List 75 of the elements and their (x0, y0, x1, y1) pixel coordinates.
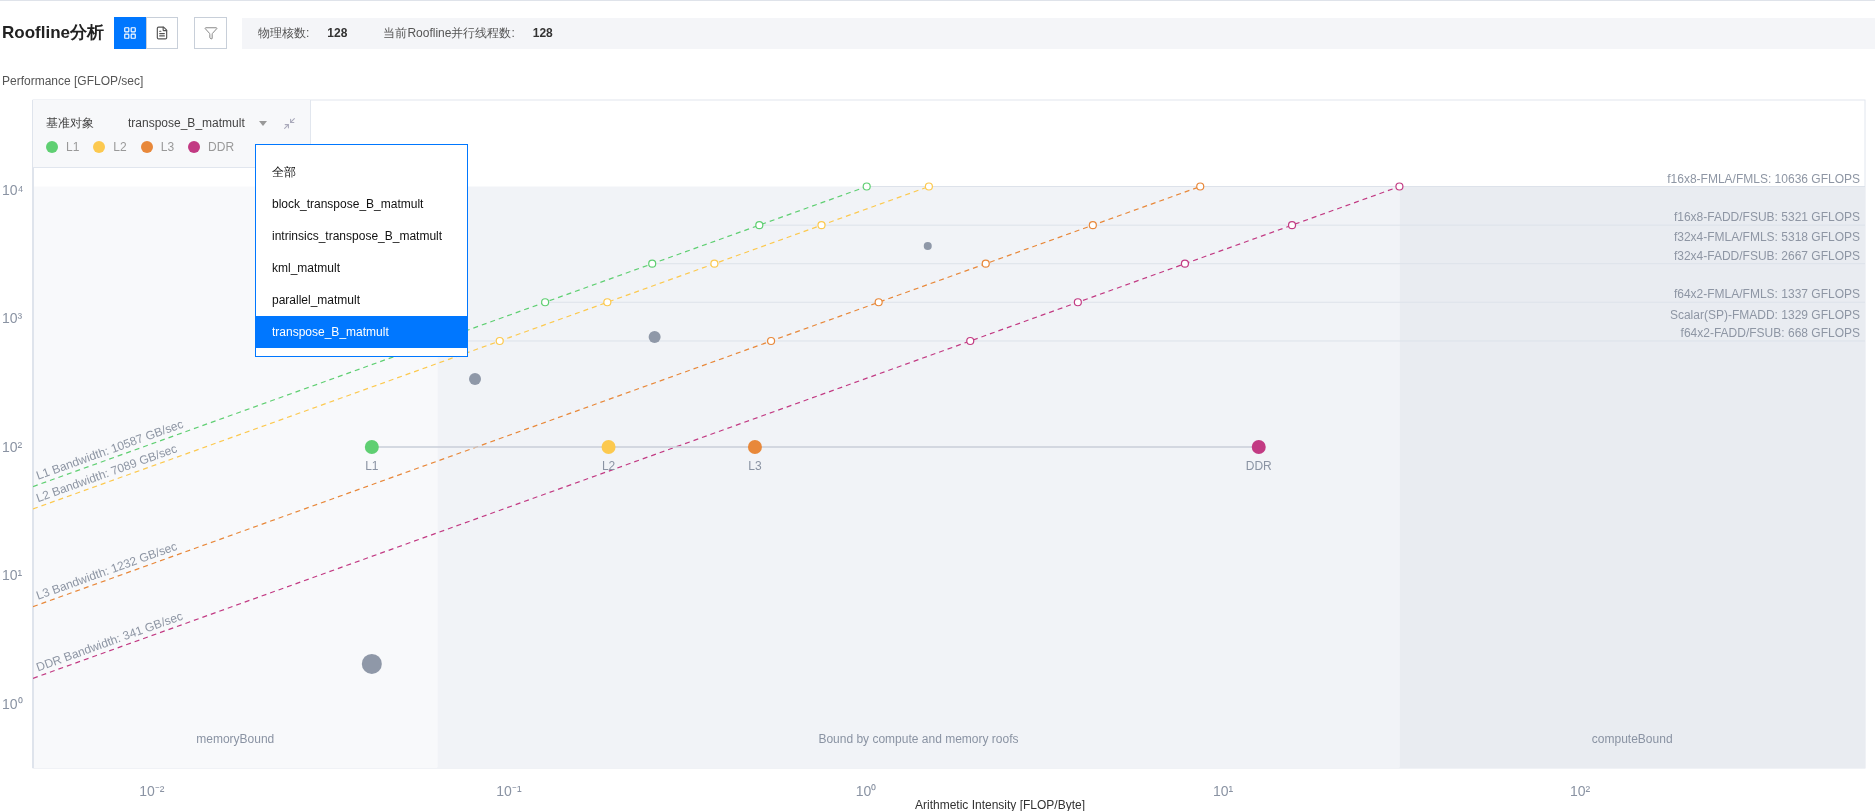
intersection-marker (1287, 221, 1297, 230)
stat-label: 物理核数: (258, 25, 310, 42)
intersection-marker (755, 221, 764, 230)
roof-label: f32x4-FADD/FSUB: 2667 GFLOPS (1673, 248, 1860, 263)
roof-label: f32x4-FMLA/FMLS: 5318 GFLOPS (1673, 230, 1860, 245)
y-tick-label: 10² (2, 439, 23, 455)
legend-label: DDR (208, 139, 235, 156)
intersection-marker (1395, 182, 1404, 191)
baseline-select[interactable]: transpose_B_matmult (128, 114, 267, 132)
dropdown-option[interactable]: transpose_B_matmult (256, 316, 467, 348)
intersection-marker (862, 182, 871, 191)
filter-icon (203, 26, 218, 40)
intersection-marker (1180, 259, 1189, 268)
grid-icon (123, 26, 137, 40)
y-tick-label: 10⁴ (2, 181, 24, 198)
x-tick-label: 10¹ (1212, 783, 1234, 799)
document-icon (155, 26, 169, 40)
intersection-marker (766, 336, 776, 346)
intersection-marker (710, 259, 719, 268)
intersection-marker (1088, 221, 1097, 230)
intersection-marker (603, 298, 612, 307)
kernel-point (648, 330, 661, 343)
page-title: Roofline分析 (1, 22, 105, 45)
dropdown-option[interactable]: 全部 (256, 156, 467, 188)
x-tick-label: 10² (1569, 783, 1591, 799)
dropdown-option[interactable]: parallel_matmult (256, 284, 467, 316)
y-axis-title: Performance [GFLOP/sec] (1, 73, 144, 89)
dropdown-option[interactable]: kml_matmult (256, 252, 467, 284)
level-point-label: L2 (601, 459, 616, 473)
level-point-label: L3 (748, 459, 762, 473)
kernel-point (923, 242, 932, 250)
intersection-marker (541, 298, 550, 307)
legend-label: L3 (160, 139, 175, 156)
roof-label: Scalar(SP)-FMADD: 1329 GFLOPS (1669, 307, 1860, 322)
collapse-icon (282, 116, 296, 130)
roof-label: f64x2-FMLA/FMLS: 1337 GFLOPS (1673, 287, 1860, 302)
caret-icon (258, 120, 267, 126)
intersection-marker (981, 259, 990, 268)
region-label: Bound by compute and memory roofs (818, 732, 1019, 746)
filter-button[interactable] (194, 17, 227, 49)
intersection-marker (817, 221, 826, 230)
y-tick-label: 10¹ (2, 567, 23, 584)
y-tick-label: 10³ (2, 310, 23, 327)
kernel-point (469, 373, 481, 385)
roof-label: f16x8-FADD/FSUB: 5321 GFLOPS (1673, 210, 1860, 225)
intersection-marker (966, 336, 975, 346)
stat-value: 128 (327, 25, 348, 42)
stat-value: 128 (532, 25, 553, 42)
x-axis-title: Arithmetic Intensity [FLOP/Byte] (914, 798, 1086, 811)
collapse-button[interactable] (282, 116, 296, 130)
region-label: memoryBound (196, 732, 275, 746)
dropdown-option[interactable]: block_transpose_B_matmult (256, 188, 467, 220)
dropdown-option[interactable]: intrinsics_transpose_B_matmult (256, 220, 467, 252)
stat-label: 当前Roofline并行线程数: (383, 25, 515, 42)
legend-label: L1 (66, 139, 80, 156)
legend-label: L2 (113, 139, 127, 156)
x-tick-label: 10⁰ (855, 783, 877, 799)
intersection-marker (648, 259, 657, 268)
x-tick-label: 10⁻² (139, 783, 165, 799)
intersection-marker (495, 336, 504, 346)
intersection-marker (924, 182, 933, 191)
intersection-marker (1073, 298, 1082, 307)
intersection-marker (874, 298, 883, 307)
level-point-label: DDR (1245, 459, 1272, 473)
region-label: computeBound (1591, 732, 1673, 746)
panel-label: 基准对象 (46, 115, 95, 132)
x-tick-label: 10⁻¹ (496, 783, 522, 799)
roof-label: f16x8-FMLA/FMLS: 10636 GFLOPS (1667, 171, 1860, 186)
roof-label: f64x2-FADD/FSUB: 668 GFLOPS (1680, 326, 1860, 340)
level-point-label: L1 (365, 459, 379, 473)
kernel-point (361, 653, 382, 674)
view-toggle-button[interactable] (146, 17, 178, 49)
view-toggle-button[interactable] (114, 17, 146, 49)
intersection-marker (1196, 182, 1205, 191)
y-tick-label: 10⁰ (2, 696, 23, 712)
